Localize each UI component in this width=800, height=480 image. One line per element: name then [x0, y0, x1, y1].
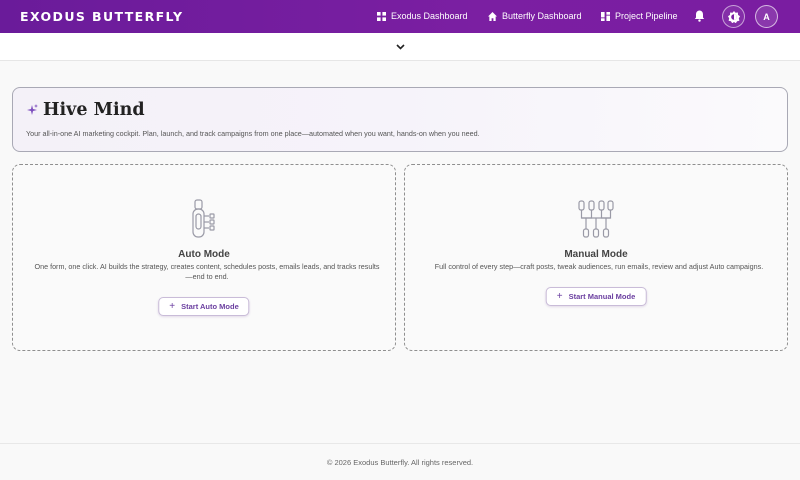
auto-mode-title: Auto Mode	[178, 249, 230, 260]
copyright-text: © 2026 Exodus Butterfly. All rights rese…	[326, 457, 474, 467]
footer: © 2026 Exodus Butterfly. All rights rese…	[0, 443, 800, 480]
start-auto-mode-label: Start Auto Mode	[181, 302, 239, 311]
chevron-down-icon[interactable]	[395, 43, 405, 50]
auto-mode-card[interactable]: Auto Mode One form, one click. AI builds…	[12, 164, 396, 351]
plus-icon: +	[169, 301, 176, 312]
top-nav-bar: EXODUS BUTTERFLY Exodus Dashboard Butter…	[0, 0, 800, 33]
brand-logo[interactable]: EXODUS BUTTERFLY	[20, 9, 183, 24]
manual-mode-description: Full control of every step—craft posts, …	[434, 262, 764, 271]
page-subtitle: Your all-in-one AI marketing cockpit. Pl…	[26, 129, 480, 138]
manual-gearbox-icon	[578, 200, 614, 238]
dashboard-icon	[601, 11, 610, 21]
nav-project-pipeline[interactable]: Project Pipeline	[601, 11, 678, 21]
nav-project-pipeline-label: Project Pipeline	[615, 11, 678, 21]
auto-mode-description: One form, one click. AI builds the strat…	[34, 262, 380, 281]
hive-mind-card: Hive Mind Your all-in-one AI marketing c…	[12, 87, 788, 152]
sparkle-icon	[27, 104, 38, 115]
start-manual-mode-label: Start Manual Mode	[568, 292, 636, 301]
nav-butterfly-dashboard[interactable]: Butterfly Dashboard	[488, 11, 582, 21]
page-title-text: Hive Mind	[43, 100, 145, 120]
nav-butterfly-dashboard-label: Butterfly Dashboard	[502, 11, 582, 21]
nav-exodus-dashboard-label: Exodus Dashboard	[391, 11, 468, 21]
brightness-icon	[727, 10, 740, 23]
nav-exodus-dashboard[interactable]: Exodus Dashboard	[377, 11, 468, 21]
page-title: Hive Mind	[26, 100, 774, 120]
home-icon	[488, 11, 497, 21]
gear-shift-icon	[192, 199, 215, 238]
start-auto-mode-button[interactable]: + Start Auto Mode	[158, 297, 250, 316]
bell-icon[interactable]	[694, 10, 705, 22]
manual-mode-card[interactable]: Manual Mode Full control of every step—c…	[404, 164, 788, 351]
collapse-bar	[0, 33, 800, 61]
user-avatar[interactable]: A	[755, 5, 778, 28]
start-manual-mode-button[interactable]: + Start Manual Mode	[545, 287, 647, 306]
theme-toggle-button[interactable]	[722, 5, 745, 28]
manual-mode-title: Manual Mode	[564, 249, 628, 260]
plus-icon: +	[556, 291, 563, 302]
grid-icon	[377, 11, 386, 21]
